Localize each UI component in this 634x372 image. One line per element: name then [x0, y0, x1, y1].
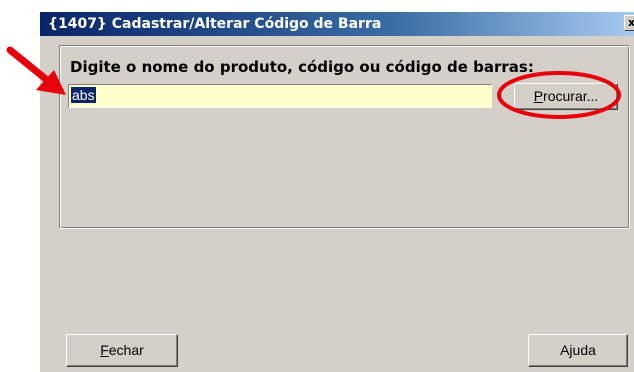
search-prompt-label: Digite o nome do produto, código ou códi… — [70, 58, 534, 76]
title-bar: {1407} Cadastrar/Alterar Código de Barra… — [40, 12, 634, 36]
close-button[interactable]: Fechar — [66, 334, 178, 367]
search-button[interactable]: Procurar... — [514, 83, 618, 110]
product-search-input[interactable]: abs — [68, 84, 492, 108]
close-button-label: echar — [108, 342, 144, 358]
window-title: {1407} Cadastrar/Alterar Código de Barra — [48, 16, 382, 32]
screenshot-stage: {1407} Cadastrar/Alterar Código de Barra… — [0, 0, 634, 372]
search-input-value: abs — [71, 87, 96, 103]
help-button[interactable]: Ajuda — [528, 334, 628, 367]
close-button-mnemonic: F — [100, 342, 109, 358]
search-button-mnemonic: P — [533, 88, 544, 104]
search-button-label: rocurar... — [543, 88, 599, 104]
window-close-button[interactable]: x — [624, 15, 634, 31]
